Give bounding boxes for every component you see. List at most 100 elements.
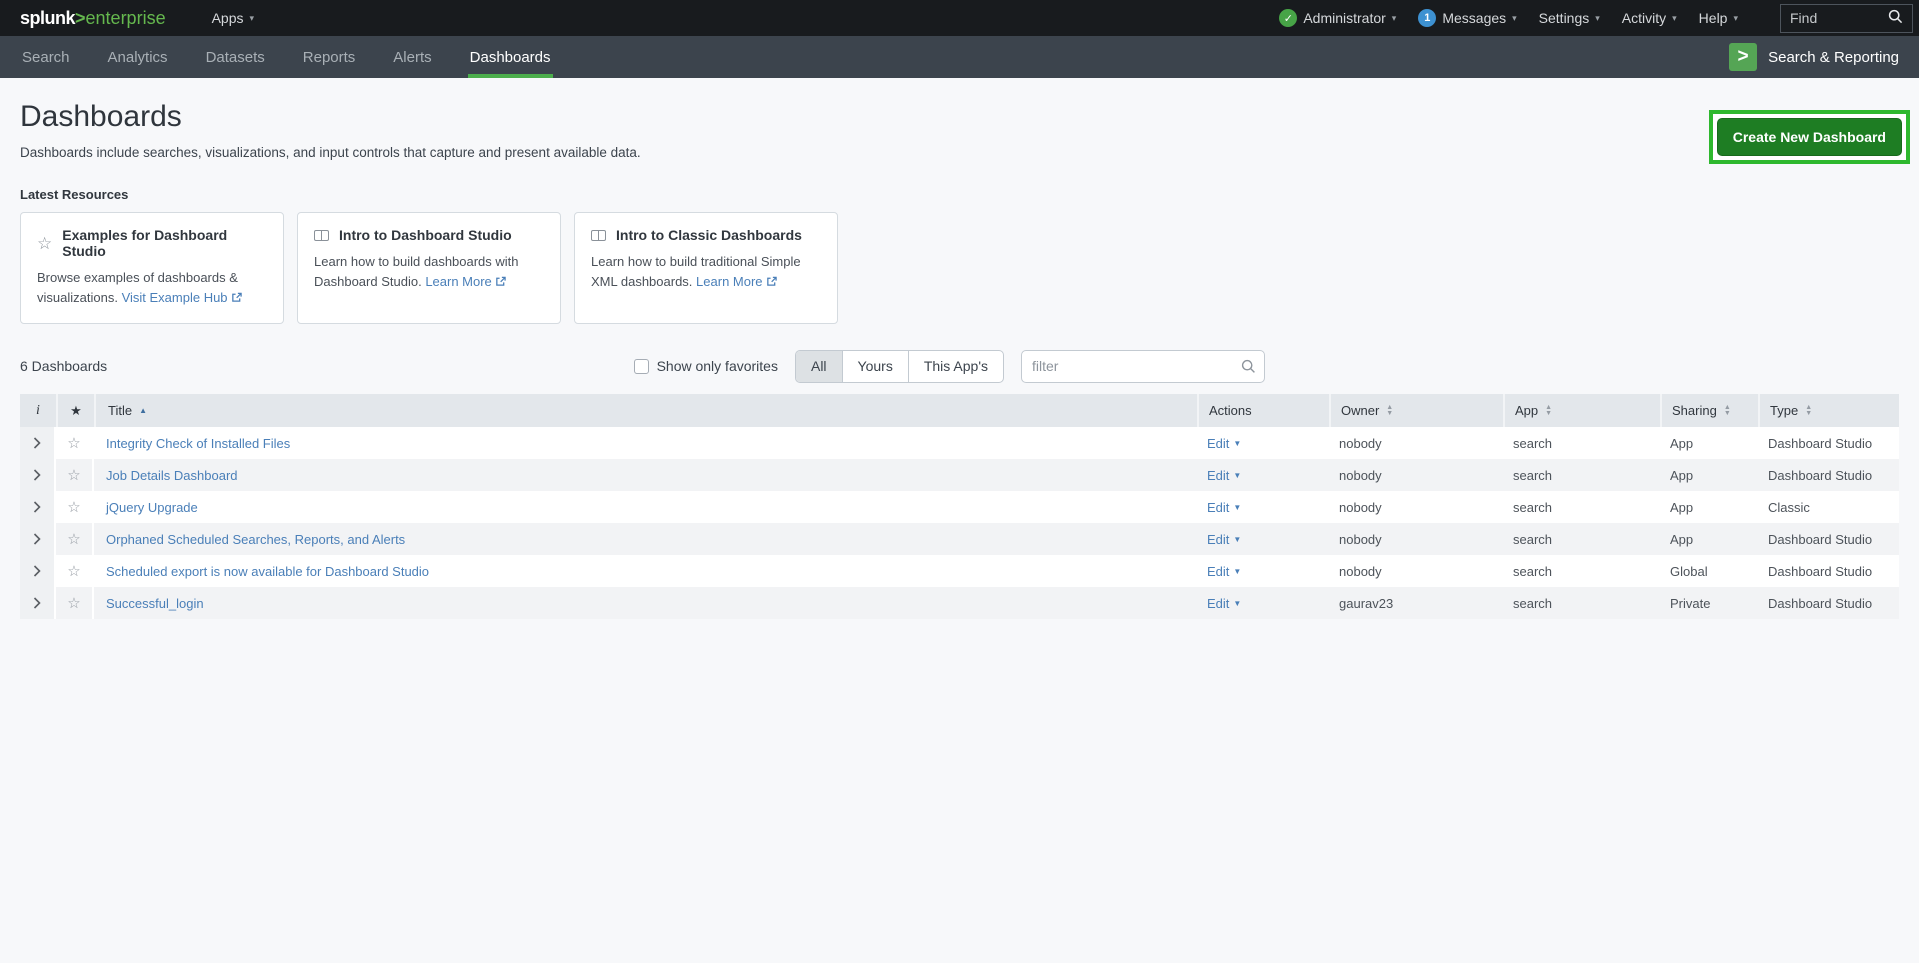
messages-menu[interactable]: 1 Messages ▾	[1418, 9, 1517, 27]
owner-cell: nobody	[1339, 435, 1382, 451]
external-link-icon	[231, 289, 242, 309]
favorite-toggle[interactable]: ☆	[56, 523, 94, 555]
chevron-right-icon	[33, 469, 41, 481]
owner-cell: nobody	[1339, 467, 1382, 483]
tab-datasets[interactable]: Datasets	[204, 36, 267, 78]
edit-menu[interactable]: Edit	[1207, 436, 1229, 451]
visit-example-hub-link[interactable]: Visit Example Hub	[122, 290, 242, 305]
chevron-right-icon	[33, 437, 41, 449]
tab-search[interactable]: Search	[20, 36, 72, 78]
logo-brand: splunk	[20, 7, 76, 28]
table-row: ☆ Integrity Check of Installed Files Edi…	[20, 427, 1899, 459]
edit-menu[interactable]: Edit	[1207, 532, 1229, 547]
app-nav-bar: Search Analytics Datasets Reports Alerts…	[0, 36, 1919, 78]
resource-cards: ☆ Examples for Dashboard Studio Browse e…	[20, 212, 1899, 324]
actions-cell: Edit ▼	[1197, 523, 1329, 555]
filter-input[interactable]	[1021, 349, 1265, 383]
chevron-right-icon	[33, 501, 41, 513]
help-menu-label: Help	[1698, 10, 1728, 26]
expand-row-button[interactable]	[20, 459, 56, 491]
find-search-input[interactable]	[1790, 10, 1888, 26]
book-icon	[314, 229, 329, 241]
current-app[interactable]: > Search & Reporting	[1729, 36, 1899, 78]
edit-menu[interactable]: Edit	[1207, 500, 1229, 515]
dashboard-title-cell: jQuery Upgrade	[94, 491, 1197, 523]
top-bar: splunk > enterprise Apps ▾ ✓ Administrator…	[0, 0, 1919, 36]
apps-menu[interactable]: Apps ▾	[212, 10, 254, 26]
link-label: Learn More	[696, 274, 763, 289]
sharing-cell: App	[1670, 467, 1694, 483]
expand-row-button[interactable]	[20, 587, 56, 619]
column-header-sharing[interactable]: Sharing ▲ ▼	[1660, 394, 1758, 427]
sort-icon: ▲ ▼	[1386, 403, 1394, 417]
filter-yours-button[interactable]: Yours	[841, 350, 908, 382]
logo-product: enterprise	[85, 7, 166, 28]
expand-row-button[interactable]	[20, 523, 56, 555]
user-menu[interactable]: ✓ Administrator ▾	[1279, 9, 1396, 27]
filter-this-apps-button[interactable]: This App's	[907, 350, 1003, 382]
column-header-type[interactable]: Type ▲ ▼	[1758, 394, 1899, 427]
create-new-dashboard-button[interactable]: Create New Dashboard	[1716, 118, 1902, 156]
chevron-right-icon	[33, 565, 41, 577]
table-row: ☆ Scheduled export is now available for …	[20, 555, 1899, 587]
dashboard-title-link[interactable]: jQuery Upgrade	[106, 500, 198, 515]
learn-more-link[interactable]: Learn More	[425, 274, 506, 289]
column-header-app[interactable]: App ▲ ▼	[1503, 394, 1660, 427]
filter-all-button[interactable]: All	[795, 350, 842, 382]
settings-menu[interactable]: Settings ▾	[1539, 10, 1600, 26]
find-search-box[interactable]	[1780, 3, 1913, 33]
dashboard-title-cell: Scheduled export is now available for Da…	[94, 555, 1197, 587]
tab-reports[interactable]: Reports	[301, 36, 358, 78]
card-header: Intro to Classic Dashboards	[591, 227, 821, 243]
column-header-owner[interactable]: Owner ▲ ▼	[1329, 394, 1503, 427]
dashboard-title-link[interactable]: Scheduled export is now available for Da…	[106, 564, 429, 579]
actions-cell: Edit ▼	[1197, 427, 1329, 459]
favorite-toggle[interactable]: ☆	[56, 459, 94, 491]
show-only-favorites-toggle[interactable]: Show only favorites	[633, 358, 778, 374]
chevron-right-icon	[33, 533, 41, 545]
tab-alerts[interactable]: Alerts	[391, 36, 433, 78]
favorite-toggle[interactable]: ☆	[56, 491, 94, 523]
dashboard-title-link[interactable]: Successful_login	[106, 596, 204, 611]
tab-label: Dashboards	[469, 48, 551, 66]
tab-analytics[interactable]: Analytics	[106, 36, 170, 78]
dashboard-title-cell: Job Details Dashboard	[94, 459, 1197, 491]
favorite-toggle[interactable]: ☆	[56, 587, 94, 619]
edit-menu[interactable]: Edit	[1207, 468, 1229, 483]
apps-menu-label: Apps	[211, 10, 244, 26]
help-menu[interactable]: Help ▾	[1699, 10, 1738, 26]
card-intro-classic-dashboards: Intro to Classic Dashboards Learn how to…	[574, 212, 838, 324]
dashboard-title-link[interactable]: Job Details Dashboard	[106, 468, 238, 483]
expand-row-button[interactable]	[20, 491, 56, 523]
type-cell: Dashboard Studio	[1768, 467, 1873, 483]
edit-menu[interactable]: Edit	[1207, 564, 1229, 579]
card-header: ☆ Examples for Dashboard Studio	[37, 227, 267, 259]
page-title: Dashboards	[20, 100, 182, 133]
dashboard-title-link[interactable]: Orphaned Scheduled Searches, Reports, an…	[106, 532, 405, 547]
card-title: Intro to Dashboard Studio	[339, 227, 512, 243]
card-intro-dashboard-studio: Intro to Dashboard Studio Learn how to b…	[297, 212, 561, 324]
column-header-title[interactable]: Title ▲	[94, 394, 1197, 427]
favorites-checkbox[interactable]	[633, 358, 649, 374]
chevron-down-icon: ▾	[1733, 12, 1738, 23]
edit-menu[interactable]: Edit	[1207, 596, 1229, 611]
latest-resources-heading: Latest Resources	[20, 187, 129, 202]
app-cell: search	[1513, 435, 1553, 451]
external-link-icon	[766, 273, 777, 293]
dashboard-title-link[interactable]: Integrity Check of Installed Files	[106, 436, 290, 451]
actions-cell: Edit ▼	[1197, 491, 1329, 523]
chevron-down-icon: ▼	[1233, 534, 1242, 544]
column-header-favorite[interactable]: ★	[56, 394, 94, 427]
type-cell: Dashboard Studio	[1768, 595, 1873, 611]
favorite-toggle[interactable]: ☆	[56, 427, 94, 459]
activity-menu[interactable]: Activity ▾	[1622, 10, 1677, 26]
dashboards-table: i ★ Title ▲ Actions Owner ▲ ▼ App ▲ ▼ Sharing…	[20, 394, 1899, 619]
expand-row-button[interactable]	[20, 555, 56, 587]
info-icon: i	[36, 402, 40, 418]
tab-dashboards[interactable]: Dashboards	[467, 36, 553, 78]
search-icon	[1888, 9, 1903, 27]
splunk-logo[interactable]: splunk > enterprise	[20, 8, 166, 29]
favorite-toggle[interactable]: ☆	[56, 555, 94, 587]
expand-row-button[interactable]	[20, 427, 56, 459]
learn-more-link[interactable]: Learn More	[696, 274, 777, 289]
